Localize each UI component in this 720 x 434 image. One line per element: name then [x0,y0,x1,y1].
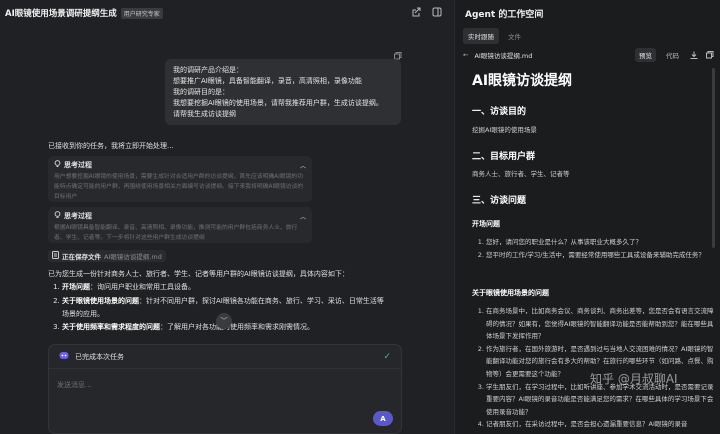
section-text: 挖掘AI眼镜的使用场景 [472,126,537,134]
thought-title: 思考过程 [64,161,92,169]
answer-item-text: ：了解用户对各功能的使用频率和需求刚需情况。 [160,323,314,332]
chat-title: AI眼镜使用场景调研提纲生成 [5,9,117,19]
task-status-text: 已完成本次任务 [75,352,124,361]
user-message: 我的调研产品介绍是： 想要推广AI眼镜，具备智能翻译，录音，高清照相，录像功能 … [165,59,401,125]
document-heading: AI眼镜访谈提纲 [472,73,573,89]
section-heading: 二、目标用户群 [472,152,536,162]
ack-text: 已接收到你的任务，我将立即开始处理... [48,142,174,150]
message-input[interactable] [57,381,357,389]
user-message-line: 想要推广AI眼镜，具备智能翻译，录音，高清照相，录像功能 [173,77,362,85]
agent-icon [59,351,69,362]
subsection-heading: 开场问题 [472,220,500,228]
bulb-icon [54,160,61,170]
copy-icon[interactable] [705,50,715,60]
answer-item-bold: 开场问题 [62,283,90,292]
user-message-line: 我想要挖掘AI眼镜的使用场景，请帮我推荐用户群，生成访谈提纲。 [173,99,383,107]
user-message-line: 我的调研产品介绍是： [173,66,243,74]
subsection-heading: 关于眼镜使用场景的问题 [472,289,549,297]
chevron-up-icon[interactable]: ︿ [300,212,306,221]
answer-item-text: ：询问用户职业和常用工具设备。 [90,283,195,292]
saving-label: 正在保存文件 [62,253,101,261]
saving-file-chip[interactable]: 正在保存文件 AI眼镜访谈提纲.md [48,250,166,262]
scroll-down-button[interactable]: ﹀ [216,313,232,329]
answer-item-bold: 关于眼镜使用场景的问题 [62,296,139,305]
watermark: 知乎 @月叔聊AI [590,372,678,386]
section-text: 商务人士、旅行者、学生、记者等 [472,170,570,178]
chevron-up-icon[interactable]: ︿ [300,161,306,170]
bulb-icon [54,211,61,221]
send-button[interactable]: A [373,411,393,426]
question-item: 记者朋友们，在采访过程中，是否会担心遗漏重要信息？AI眼镜的录音 [486,418,714,431]
answer-item: 开场问题：询问用户职业和常用工具设备。 [62,281,384,294]
preview-mode-button[interactable]: 预览 [635,48,656,62]
chat-header: AI眼镜使用场景调研提纲生成 用户研究专家 [0,0,454,26]
answer-intro: 已为您生成一份针对商务人士、旅行者、学生、记者等用户群的AI眼镜访谈提纲，具体内… [48,270,349,278]
download-icon[interactable] [689,50,699,60]
share-icon[interactable] [412,7,422,17]
code-mode-button[interactable]: 代码 [662,48,683,62]
role-tag: 用户研究专家 [120,7,163,19]
file-icon [52,251,59,261]
section-heading: 一、访谈目的 [472,107,527,117]
thought-block[interactable]: 思考过程 ︿ 用户想要挖掘AI眼镜的使用场景，需要生成针对合适用户群的访谈提纲。… [48,156,312,202]
back-arrow-icon[interactable]: ← [463,51,468,59]
panel-toggle-icon[interactable] [432,7,442,17]
tab-files[interactable]: 文件 [503,28,526,44]
user-message-line: 请帮我生成访谈提纲 [173,110,236,118]
document-scrollbar[interactable] [712,68,715,248]
thought-block[interactable]: 思考过程 ︿ 根据AI眼镜具备智能翻译、录音、高清照相、录像功能，推测可能的用户… [48,207,312,243]
saving-filename: AI眼镜访谈提纲.md [104,253,162,261]
answer-item-bold: 关于使用频率和需求程度的问题 [62,323,160,332]
question-item: 在商务场景中，比如商务会议、商务谈判、商务出差等，您是否会有语言交流障碍的情况？… [486,305,714,343]
document-filename: AI眼镜访谈提纲.md [474,52,533,60]
question-list: 在商务场景中，比如商务会议、商务谈判、商务出差等，您是否会有语言交流障碍的情况？… [472,305,714,431]
question-item: 您平时的工作/学习/生活中，需要经常使用哪些工具或设备来辅助完成任务？ [486,249,714,262]
workspace-title: Agent 的工作空间 [465,10,544,20]
document-toolbar: ← AI眼镜访谈提纲.md 预览 代码 [463,48,715,62]
check-icon: ✓ [383,352,391,362]
question-item: 您好，请问您的职业是什么？从事该职业大概多久了？ [486,236,714,249]
section-heading: 三、访谈问题 [472,196,527,206]
chat-panel: AI眼镜使用场景调研提纲生成 用户研究专家 我的调研产品介绍是： 想要推广AI眼… [0,0,454,434]
question-list: 您好，请问您的职业是什么？从事该职业大概多久了？ 您平时的工作/学习/生活中，需… [472,236,714,261]
thought-title: 思考过程 [64,212,92,220]
composer: 已完成本次任务 ✓ A [48,344,402,434]
workspace-tabs: 实时跟随 文件 [463,28,526,44]
tab-live-follow[interactable]: 实时跟随 [463,28,499,44]
thought-body: 根据AI眼镜具备智能翻译、录音、高清照相、录像功能，推测可能的用户群包括商务人士… [54,225,298,241]
task-status-row[interactable]: 已完成本次任务 ✓ [49,345,401,369]
user-message-line: 我的调研目的是： [173,88,229,96]
thought-body: 用户想要挖掘AI眼镜的使用场景，需要生成针对合适用户群的访谈提纲。首先应该明确A… [54,174,304,200]
chevron-down-icon: ﹀ [220,317,228,325]
